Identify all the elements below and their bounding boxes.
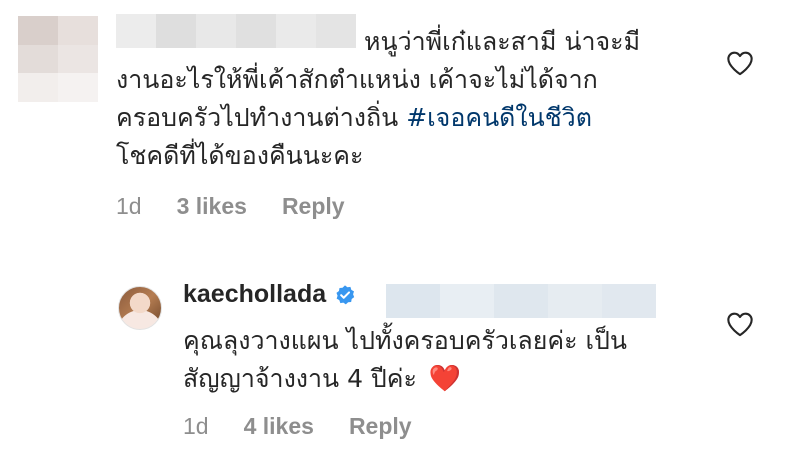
reply-timestamp: 1d [183, 413, 209, 439]
reply-meta: 1d 4 likes Reply [183, 413, 447, 440]
comment-meta: 1d 3 likes Reply [116, 193, 380, 220]
comment-text-segment: ครอบครัวไปทำงานต่างถิ่น [116, 103, 407, 132]
heart-outline-icon[interactable] [726, 50, 754, 76]
reply-button[interactable]: Reply [282, 193, 345, 220]
verified-badge-icon [336, 284, 355, 304]
hashtag-link[interactable]: #เจอคนดีในชีวิต [406, 103, 592, 132]
comment-line: หนูว่าพี่เก๋และสามี น่าจะมี [364, 27, 641, 56]
avatar[interactable] [118, 286, 162, 330]
comment-line: งานอะไรให้พี่เค้าสักตำแหน่ง เค้าจะไม่ได้… [116, 65, 598, 94]
comments-section: หนูว่าพี่เก๋และสามี น่าจะมี งานอะไรให้พี… [0, 0, 800, 452]
likes-count-link[interactable]: 4 likes [244, 413, 314, 440]
reply-line: สัญญาจ้างงาน 4 ปีค่ะ ❤️ [183, 360, 703, 398]
comment-body: หนูว่าพี่เก๋และสามี น่าจะมี งานอะไรให้พี… [116, 23, 716, 175]
reply-text-segment: สัญญาจ้างงาน 4 ปีค่ะ [183, 364, 417, 393]
reply-username: kaechollada [183, 280, 356, 309]
blurred-avatar[interactable] [18, 16, 98, 102]
username-link[interactable]: kaechollada [183, 280, 326, 309]
likes-count-link[interactable]: 3 likes [177, 193, 247, 220]
comment-line: ครอบครัวไปทำงานต่างถิ่น #เจอคนดีในชีวิต [116, 99, 716, 137]
reply-button[interactable]: Reply [349, 413, 412, 440]
comment-timestamp: 1d [116, 193, 142, 219]
reply-line: คุณลุงวางแผน ไปทั้งครอบครัวเลยค่ะ เป็น [183, 326, 627, 355]
comment-line: โชคดีที่ได้ของคืนนะคะ [116, 141, 364, 170]
heart-outline-icon[interactable] [726, 311, 754, 337]
reply-body: คุณลุงวางแผน ไปทั้งครอบครัวเลยค่ะ เป็น ส… [183, 322, 703, 398]
blurred-mention[interactable] [386, 284, 656, 318]
red-heart-emoji: ❤️ [428, 364, 462, 394]
